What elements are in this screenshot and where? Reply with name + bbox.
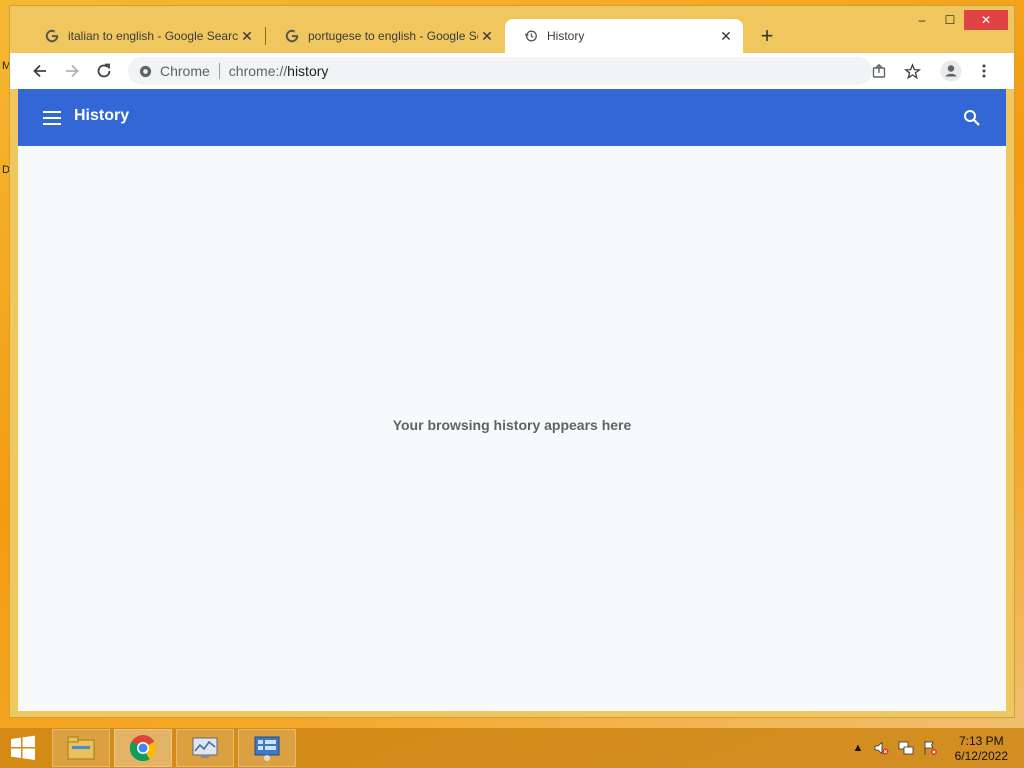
network-icon[interactable] (898, 740, 914, 756)
chrome-window: italian to english - Google Search ✕ por… (10, 6, 1014, 717)
avatar-icon (940, 60, 962, 82)
more-vert-icon (982, 64, 986, 78)
system-clock[interactable]: 7:13 PM 6/12/2022 (955, 734, 1008, 764)
page-title: History (74, 107, 130, 124)
tab-italian-to-english[interactable]: italian to english - Google Search ✕ (26, 19, 264, 53)
tab-close-icon[interactable]: ✕ (238, 27, 256, 45)
folder-icon (67, 736, 95, 760)
tab-strip: italian to english - Google Search ✕ por… (10, 6, 1014, 54)
desktop: M D italian to english - Google Search ✕… (0, 0, 1024, 768)
omnibox-divider (218, 63, 220, 79)
reload-button[interactable] (92, 59, 116, 83)
history-page: History Your browsing history appears he… (18, 89, 1006, 711)
chrome-page-icon[interactable] (138, 64, 152, 78)
search-icon (964, 110, 980, 126)
empty-history-message: Your browsing history appears here (392, 417, 632, 433)
new-tab-button[interactable]: + (754, 23, 780, 49)
url-text: chrome://history (229, 63, 329, 79)
tab-close-icon[interactable]: ✕ (717, 27, 735, 45)
taskbar-control-panel[interactable] (238, 729, 296, 767)
bookmark-star-button[interactable] (900, 59, 924, 83)
chrome-icon (129, 735, 157, 762)
control-panel-icon (254, 736, 280, 761)
hamburger-menu-button[interactable] (40, 107, 64, 129)
arrow-right-icon (66, 64, 79, 78)
history-icon (523, 28, 539, 44)
browser-toolbar: Chrome chrome://history (10, 53, 1014, 89)
minimize-button[interactable]: – (910, 10, 934, 30)
tab-close-icon[interactable]: ✕ (478, 27, 496, 45)
desktop-edge-glyph: D (2, 164, 10, 176)
url-scheme: chrome:// (228, 63, 288, 79)
monitor-chart-icon (192, 737, 218, 758)
omnibox-chip: Chrome (160, 63, 210, 79)
share-icon[interactable] (870, 62, 888, 80)
google-icon (284, 28, 300, 44)
windows-logo-icon (11, 735, 35, 760)
profile-button[interactable] (939, 59, 963, 83)
history-toolbar: History (18, 89, 1006, 146)
start-button[interactable] (6, 734, 40, 762)
star-icon (903, 62, 921, 79)
tab-title: portugese to english - Google Se (308, 29, 478, 43)
tab-title: italian to english - Google Search (68, 29, 238, 43)
tab-title: History (547, 29, 585, 43)
reload-icon (97, 63, 111, 78)
forward-button[interactable] (60, 59, 84, 83)
tab-portugese-to-english[interactable]: portugese to english - Google Se ✕ (266, 19, 504, 53)
maximize-button[interactable]: ☐ (938, 10, 962, 30)
action-center-flag-icon[interactable] (922, 740, 938, 756)
chrome-menu-button[interactable] (972, 59, 996, 83)
google-icon (44, 28, 60, 44)
volume-muted-icon[interactable] (873, 740, 889, 756)
show-hidden-icons-icon[interactable]: ▲ (850, 740, 866, 756)
taskbar-resource-monitor[interactable] (176, 729, 234, 767)
tab-history[interactable]: History ✕ (505, 19, 743, 53)
arrow-left-icon (33, 64, 46, 78)
back-button[interactable] (28, 59, 52, 83)
close-window-button[interactable]: ✕ (964, 10, 1008, 30)
taskbar-chrome[interactable] (114, 729, 172, 767)
menu-icon (43, 111, 61, 125)
url-host: history (287, 63, 329, 79)
clock-time: 7:13 PM (958, 734, 1004, 748)
address-bar[interactable]: Chrome chrome://history (128, 57, 886, 85)
taskbar: ▲ 7:13 PM 6/12/2022 (0, 728, 1024, 768)
search-history-button[interactable] (960, 106, 984, 130)
clock-date: 6/12/2022 (954, 749, 1008, 763)
taskbar-file-explorer[interactable] (52, 729, 110, 767)
